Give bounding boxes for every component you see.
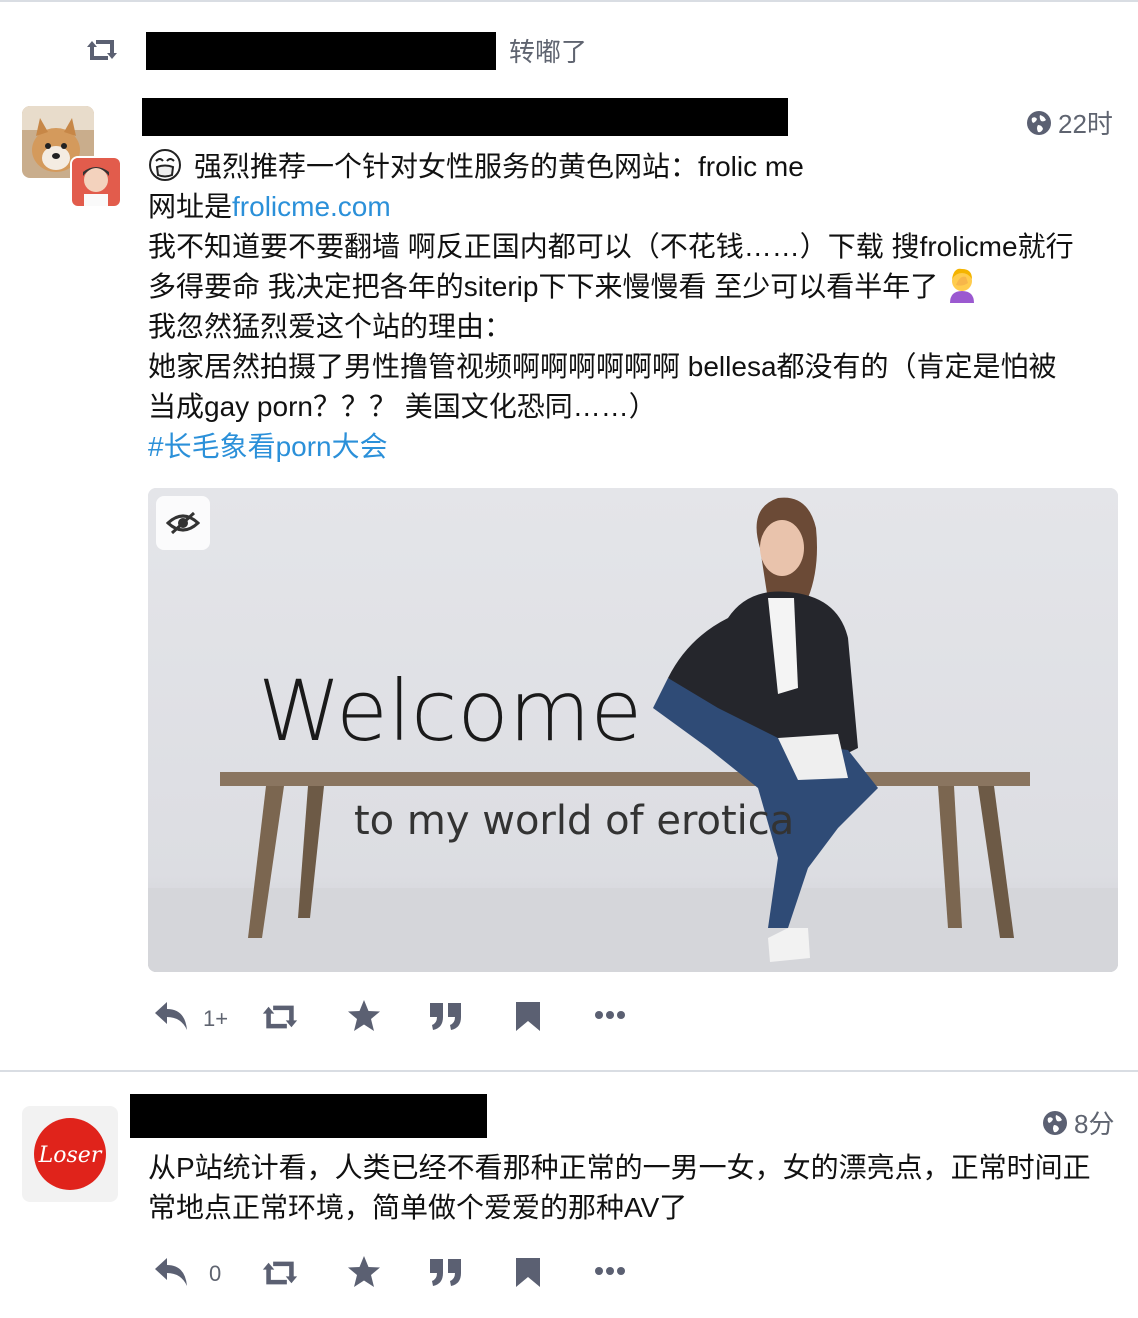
boost-icon [87, 40, 117, 60]
bookmark-icon [516, 1258, 540, 1287]
quote-icon [430, 1003, 461, 1030]
avatar-logo-text: Loser [38, 1143, 103, 1168]
status-content: 强烈推荐一个针对女性服务的黄色网站：frolic me 网址是frolicme.… [148, 147, 1074, 467]
reply-icon [155, 1258, 187, 1286]
boost-icon [262, 1005, 298, 1029]
ellipsis-icon [595, 1011, 625, 1019]
star-icon [348, 1000, 380, 1031]
redacted-booster-name [146, 32, 496, 70]
status-line-5: 我忽然猛烈爱这个站的理由： [148, 311, 513, 342]
reply-count: 0 [209, 1261, 222, 1286]
redacted-author-name [130, 1094, 487, 1138]
bookmark-button[interactable] [510, 1254, 546, 1290]
favourite-button[interactable] [344, 998, 384, 1034]
status-line-6: 她家居然拍摄了男性撸管视频啊啊啊啊啊啊 bellesa都没有的（肯定是怕被 [148, 351, 1057, 382]
boost-label: 转嘟了 [509, 37, 588, 67]
more-button[interactable] [590, 1260, 630, 1282]
site-link[interactable]: frolicme.com [232, 191, 391, 222]
globe-icon [1043, 1110, 1067, 1135]
quote-button[interactable] [426, 998, 466, 1034]
timestamp-text: 22时 [1058, 109, 1113, 139]
status-content: 从P站统计看，人类已经不看那种正常的一男一女，女的漂亮点，正常时间正 常地点正常… [148, 1148, 1091, 1228]
redacted-author-name [142, 98, 788, 136]
status-line-1: 从P站统计看，人类已经不看那种正常的一男一女，女的漂亮点，正常时间正 [148, 1152, 1091, 1183]
facepalm-emoji-icon [950, 268, 975, 303]
reply-count: 1+ [203, 1006, 229, 1031]
media-title: Welcome [258, 662, 642, 760]
post-timestamp[interactable]: 22时 [1026, 104, 1113, 141]
status-line-2: 网址是 [148, 191, 233, 222]
media-image: Welcome to my world of erotica [148, 488, 1118, 972]
media-subtitle: to my world of erotica [354, 798, 794, 844]
bookmark-icon [516, 1002, 540, 1031]
boost-button[interactable] [258, 1256, 302, 1290]
ellipsis-icon [595, 1267, 625, 1275]
boost-icon [262, 1261, 298, 1285]
globe-icon [1027, 110, 1051, 135]
hide-media-button[interactable] [156, 496, 210, 550]
hashtag-link[interactable]: #长毛象看porn大会 [148, 431, 388, 462]
star-icon [348, 1256, 380, 1287]
top-divider [0, 0, 1138, 2]
status-line-3: 我不知道要不要翻墙 啊反正国内都可以（不花钱……）下载 搜frolicme就行 [148, 231, 1074, 262]
avatar[interactable]: Loser [22, 1106, 118, 1202]
reply-icon [155, 1002, 187, 1030]
quote-button[interactable] [426, 1254, 466, 1290]
status-line-7: 当成gay porn？？？ 美国文化恐同……） [148, 391, 657, 422]
more-button[interactable] [590, 1004, 630, 1026]
timestamp-text: 8分 [1074, 1109, 1115, 1139]
status-line-1: 强烈推荐一个针对女性服务的黄色网站：frolic me [194, 151, 804, 182]
mask-face-emoji-icon [149, 149, 181, 181]
quote-icon [430, 1259, 461, 1286]
media-attachment[interactable]: Welcome to my world of erotica [148, 488, 1118, 972]
status-line-2: 常地点正常环境，简单做个爱爱的那种AV了 [148, 1192, 688, 1223]
boosted-by-avatar[interactable] [70, 156, 122, 208]
favourite-button[interactable] [344, 1254, 384, 1290]
boost-button[interactable] [258, 1000, 302, 1034]
status-divider [0, 1070, 1138, 1072]
eye-slash-icon [166, 511, 200, 535]
bookmark-button[interactable] [510, 998, 546, 1034]
reply-button[interactable] [152, 1254, 192, 1290]
post-timestamp[interactable]: 8分 [1042, 1104, 1114, 1141]
reply-button[interactable] [152, 998, 192, 1034]
status-line-4: 多得要命 我决定把各年的siterip下下来慢慢看 至少可以看半年了 [148, 271, 939, 302]
